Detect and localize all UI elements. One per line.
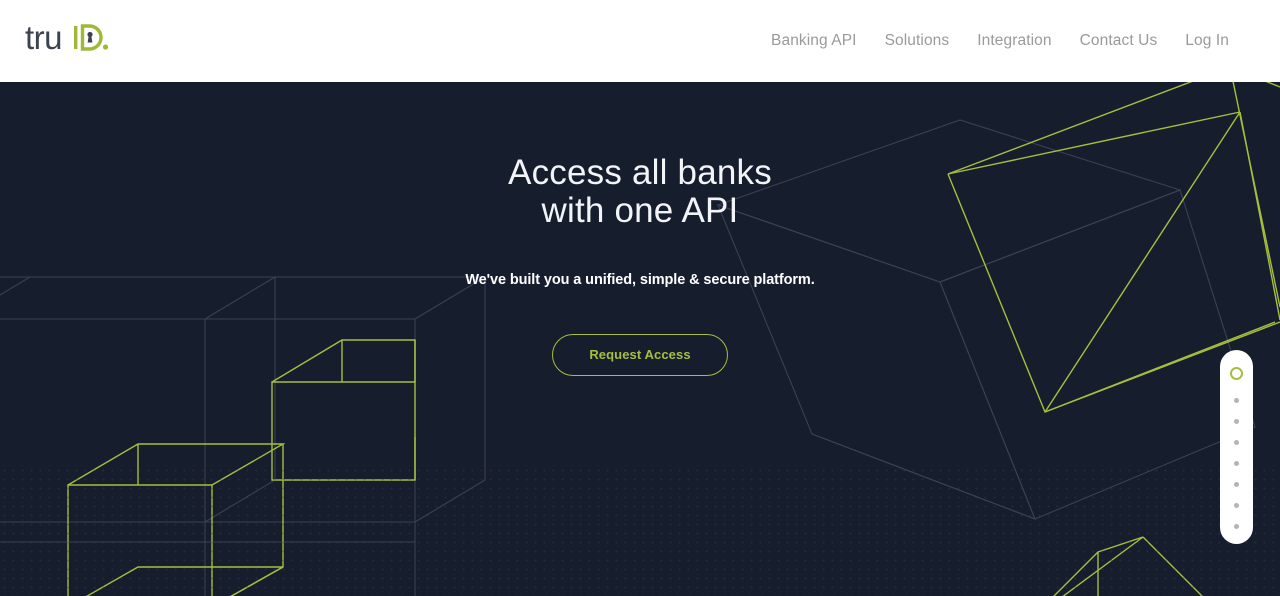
brand-logo[interactable]: tru bbox=[25, 17, 129, 61]
hero-section: Access all banks with one API We've buil… bbox=[0, 82, 1280, 596]
scroll-dot-3[interactable] bbox=[1227, 411, 1247, 431]
scroll-dot-6[interactable] bbox=[1227, 474, 1247, 494]
scroll-dot-1[interactable] bbox=[1230, 367, 1243, 380]
truid-logo-keyhole-icon: tru bbox=[25, 19, 109, 56]
nav-item-contact-us[interactable]: Contact Us bbox=[1066, 32, 1172, 50]
nav-item-solutions[interactable]: Solutions bbox=[871, 32, 964, 50]
nav-item-banking-api[interactable]: Banking API bbox=[757, 32, 871, 50]
scroll-dot-7[interactable] bbox=[1227, 495, 1247, 515]
main-navigation: Banking API Solutions Integration Contac… bbox=[757, 0, 1243, 82]
svg-text:tru: tru bbox=[25, 19, 62, 56]
scroll-dot-5[interactable] bbox=[1227, 453, 1247, 473]
scroll-dot-8[interactable] bbox=[1227, 516, 1247, 536]
nav-item-log-in[interactable]: Log In bbox=[1171, 32, 1243, 50]
scroll-dot-2[interactable] bbox=[1227, 390, 1247, 410]
scroll-dot-4[interactable] bbox=[1227, 432, 1247, 452]
section-scroll-nav[interactable] bbox=[1220, 350, 1253, 544]
site-header: tru Banking API Solutions Integration Co… bbox=[0, 0, 1280, 82]
request-access-button[interactable]: Request Access bbox=[552, 333, 728, 376]
nav-item-integration[interactable]: Integration bbox=[963, 32, 1065, 50]
